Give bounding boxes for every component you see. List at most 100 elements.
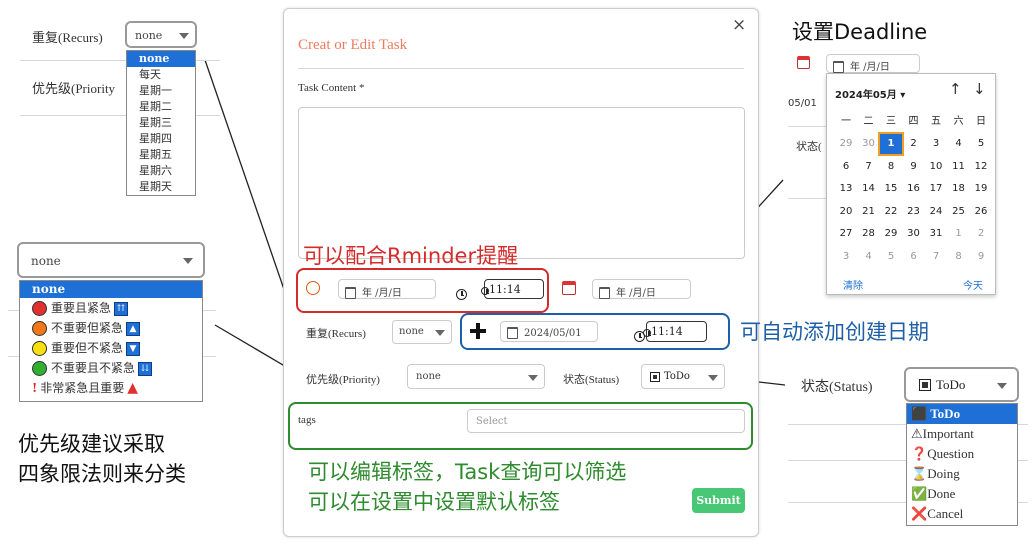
weekday-header: 二 [863, 116, 874, 127]
repeat-option[interactable]: 星期一 [127, 83, 195, 99]
priority-field[interactable]: none [407, 364, 545, 389]
calendar-day[interactable]: 7 [925, 247, 947, 267]
repeat-option[interactable]: 星期二 [127, 99, 195, 115]
down-icon: ▼ [126, 341, 141, 356]
calendar-day[interactable]: 24 [925, 202, 947, 222]
calendar-day[interactable]: 23 [903, 202, 925, 222]
calendar-day[interactable]: 15 [880, 179, 902, 199]
today-button[interactable]: 今天 [963, 277, 983, 292]
status-option[interactable]: ⌛Doing [907, 464, 1017, 484]
deadline-calendar-icon[interactable] [562, 281, 576, 295]
priority-option[interactable]: 不重要且不紧急 ⇊ [20, 358, 202, 378]
calendar-day[interactable]: 16 [903, 179, 925, 199]
calendar-day[interactable]: 7 [858, 157, 880, 177]
priority-option[interactable]: 重要且紧急 ⇈ [20, 298, 202, 318]
calendar-day[interactable]: 6 [835, 157, 857, 177]
priority-option[interactable]: 重要但不紧急 ▼ [20, 338, 202, 358]
repeat-option[interactable]: 星期六 [127, 163, 195, 179]
calendar-day[interactable]: 8 [948, 247, 970, 267]
status-option-label: ToDo [930, 406, 961, 421]
calendar-day[interactable]: 8 [880, 157, 902, 177]
calendar-day[interactable]: 31 [925, 224, 947, 244]
status-select[interactable]: ToDo [904, 367, 1019, 402]
repeat-option[interactable]: 星期五 [127, 147, 195, 163]
close-icon[interactable]: × [732, 15, 746, 35]
submit-button[interactable]: Submit [692, 488, 745, 513]
repeat-select[interactable]: none [125, 21, 197, 48]
repeat-options-list: none 每天 星期一 星期二 星期三 星期四 星期五 星期六 星期天 [126, 50, 196, 196]
calendar-day[interactable]: 5 [880, 247, 902, 267]
status-option-label: Doing [927, 466, 960, 481]
chevron-down-icon [528, 374, 538, 381]
calendar-day[interactable]: 27 [835, 224, 857, 244]
priority-option[interactable]: ! 非常紧急且重要 ▲ [20, 378, 202, 398]
priority-option[interactable]: none [20, 281, 202, 298]
weekday-header: 五 [931, 116, 941, 127]
calendar-day[interactable]: 4 [948, 134, 970, 154]
calendar-day[interactable]: 3 [925, 134, 947, 154]
calendar-day[interactable]: 4 [858, 247, 880, 267]
calendar-day[interactable]: 30 [903, 224, 925, 244]
chevron-down-icon [435, 330, 445, 336]
calendar-day[interactable]: 17 [925, 179, 947, 199]
status-option[interactable]: ⚠Important [907, 424, 1017, 444]
calendar-day[interactable]: 2 [970, 224, 992, 244]
calendar-day[interactable]: 26 [970, 202, 992, 222]
calendar-day[interactable]: 29 [880, 224, 902, 244]
status-option[interactable]: ⬛ ToDo [907, 404, 1017, 424]
status-option[interactable]: ✅Done [907, 484, 1017, 504]
repeat-option[interactable]: 每天 [127, 67, 195, 83]
repeat-option[interactable]: 星期四 [127, 131, 195, 147]
calendar-day[interactable]: 11 [948, 157, 970, 177]
clear-button[interactable]: 清除 [843, 277, 863, 292]
repeat-option[interactable]: none [127, 51, 195, 67]
next-month-icon[interactable]: ↓ [973, 80, 986, 98]
priority-option[interactable]: 不重要但紧急 ▲ [20, 318, 202, 338]
calendar-day[interactable]: 1 [878, 132, 904, 156]
calendar-icon [833, 61, 844, 73]
calendar-day[interactable]: 21 [858, 202, 880, 222]
calendar-day[interactable]: 6 [903, 247, 925, 267]
repeat-option[interactable]: 星期三 [127, 115, 195, 131]
status-option[interactable]: ❌Cancel [907, 504, 1017, 524]
calendar-day[interactable]: 20 [835, 202, 857, 222]
calendar-day[interactable]: 25 [948, 202, 970, 222]
status-option-label: Question [927, 446, 975, 461]
month-selector[interactable]: 2024年05月 ▾ [835, 86, 905, 101]
calendar-day[interactable]: 18 [948, 179, 970, 199]
status-option[interactable]: ❓Question [907, 444, 1017, 464]
calendar-day[interactable]: 13 [835, 179, 857, 199]
green-circle-icon [32, 361, 47, 376]
calendar-day[interactable]: 9 [970, 247, 992, 267]
calendar-day[interactable]: 12 [970, 157, 992, 177]
calendar-day[interactable]: 9 [903, 157, 925, 177]
calendar-day[interactable]: 14 [858, 179, 880, 199]
chevron-down-icon [183, 258, 193, 264]
calendar-day[interactable]: 5 [970, 134, 992, 154]
calendar-day[interactable]: 30 [858, 134, 880, 154]
repeat-select-value: none [135, 29, 163, 42]
deadline-calendar-icon[interactable] [797, 56, 810, 69]
calendar-day[interactable]: 3 [835, 247, 857, 267]
calendar-day[interactable]: 22 [880, 202, 902, 222]
calendar-date-input[interactable]: 年 /月/日 [826, 54, 920, 73]
priority-option-label: 重要且紧急 [51, 301, 112, 315]
calendar-day[interactable]: 10 [925, 157, 947, 177]
status-field[interactable]: ToDo [641, 364, 725, 389]
calendar-day[interactable]: 2 [903, 134, 925, 154]
calendar-day[interactable]: 28 [858, 224, 880, 244]
calendar-icon [599, 287, 610, 299]
repeat-option[interactable]: 星期天 [127, 179, 195, 195]
prev-month-icon[interactable]: ↑ [949, 80, 962, 98]
task-content-textarea[interactable] [298, 107, 745, 259]
chevron-down-icon [708, 374, 718, 381]
calendar-day[interactable]: 29 [835, 134, 857, 154]
auto-date-note: 可自动添加创建日期 [740, 320, 929, 344]
priority-select[interactable]: none [17, 242, 205, 278]
status-option-label: Cancel [927, 506, 964, 521]
warning-icon: ⚠ [911, 426, 923, 441]
calendar-day[interactable]: 1 [948, 224, 970, 244]
calendar-day[interactable]: 19 [970, 179, 992, 199]
recurs-select[interactable]: none [392, 320, 452, 344]
deadline-date-input[interactable]: 年 /月/日 [592, 279, 691, 299]
